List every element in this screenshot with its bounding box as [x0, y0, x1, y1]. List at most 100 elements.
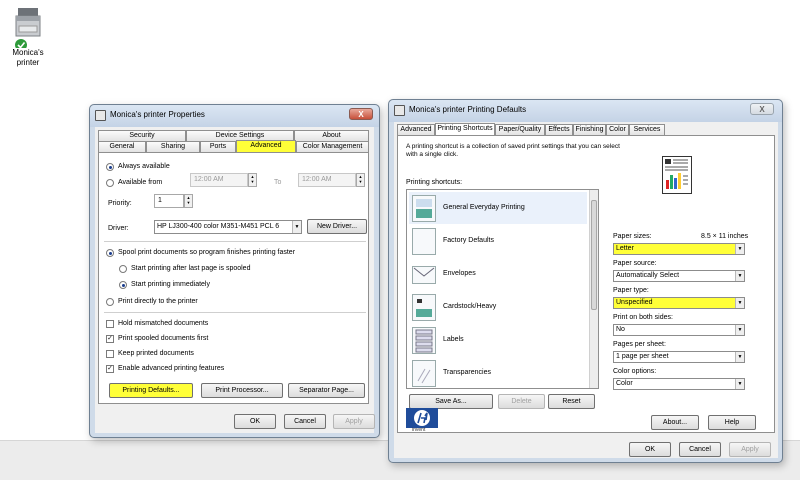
printer-icon: [15, 8, 41, 48]
chevron-down-icon: ▼: [735, 325, 744, 335]
both-sides-value: No: [616, 326, 625, 333]
list-item[interactable]: General Everyday Printing: [409, 192, 587, 224]
enable-advanced-label: Enable advanced printing features: [118, 365, 225, 372]
tab-advanced[interactable]: Advanced: [397, 124, 435, 135]
print-directly-radio[interactable]: [106, 298, 114, 306]
priority-field[interactable]: 1: [154, 194, 184, 208]
ok-button[interactable]: OK: [234, 414, 276, 429]
tab-security[interactable]: Security: [98, 130, 186, 141]
tab-general[interactable]: General: [98, 141, 146, 152]
delete-button[interactable]: Delete: [498, 394, 545, 409]
tab-advanced[interactable]: Advanced: [236, 140, 296, 152]
tab-color[interactable]: Color: [606, 124, 629, 135]
cancel-button[interactable]: Cancel: [284, 414, 326, 429]
to-time-spinner[interactable]: ▲ ▼: [356, 173, 365, 187]
shortcuts-scrollbar[interactable]: [589, 190, 598, 388]
new-driver-button[interactable]: New Driver...: [307, 219, 367, 234]
printing-defaults-button[interactable]: Printing Defaults...: [109, 383, 193, 398]
desktop-printer-icon[interactable]: Monica's printer: [2, 4, 54, 68]
transparency-icon: [412, 360, 436, 387]
hold-mismatched-checkbox[interactable]: [106, 320, 114, 328]
list-item[interactable]: Envelopes: [409, 258, 587, 290]
start-immediately-radio[interactable]: [119, 281, 127, 289]
always-available-label: Always available: [118, 163, 170, 170]
apply-button[interactable]: Apply: [333, 414, 375, 429]
apply-button[interactable]: Apply: [729, 442, 771, 457]
from-time-field[interactable]: 12:00 AM: [190, 173, 248, 187]
shortcut-label: Cardstock/Heavy: [443, 303, 497, 310]
ok-button[interactable]: OK: [629, 442, 671, 457]
paper-source-value: Automatically Select: [616, 272, 680, 279]
keep-printed-checkbox[interactable]: [106, 350, 114, 358]
defaults-title: Monica's printer Printing Defaults: [409, 105, 527, 114]
priority-label: Priority:: [108, 200, 132, 207]
color-options-select[interactable]: Color ▼: [613, 378, 745, 390]
driver-select[interactable]: HP LJ300-400 color M351-M451 PCL 6 ▼: [154, 220, 302, 234]
properties-client: Security Device Settings About General S…: [95, 127, 375, 433]
paper-type-select[interactable]: Unspecified ▼: [613, 297, 745, 309]
advanced-panel: Always available Available from 12:00 AM…: [98, 152, 369, 404]
list-item[interactable]: Factory Defaults: [409, 225, 587, 257]
shortcut-label: Factory Defaults: [443, 237, 494, 244]
printer-small-icon: [95, 110, 106, 121]
separator-page-button[interactable]: Separator Page...: [288, 383, 365, 398]
paper-sizes-label: Paper sizes:: [613, 233, 652, 240]
scrollbar-thumb[interactable]: [591, 200, 597, 310]
list-item[interactable]: Cardstock/Heavy: [409, 291, 587, 323]
list-item[interactable]: Transparencies: [409, 357, 587, 388]
separator: [104, 241, 366, 242]
shortcut-label: General Everyday Printing: [443, 204, 525, 211]
paper-sizes-value: Letter: [616, 245, 634, 252]
tab-printing-shortcuts[interactable]: Printing Shortcuts: [435, 123, 495, 135]
from-time-spinner[interactable]: ▲ ▼: [248, 173, 257, 187]
tab-about[interactable]: About: [294, 130, 369, 141]
available-from-label: Available from: [118, 179, 163, 186]
tab-color-management[interactable]: Color Management: [296, 141, 369, 152]
chevron-down-icon: ▼: [735, 271, 744, 281]
print-spooled-first-checkbox[interactable]: ✓: [106, 335, 114, 343]
reset-button[interactable]: Reset: [548, 394, 595, 409]
tab-finishing[interactable]: Finishing: [573, 124, 606, 135]
color-options-value: Color: [616, 380, 633, 387]
tab-advanced-label: Advanced: [250, 142, 282, 149]
cancel-button[interactable]: Cancel: [679, 442, 721, 457]
defaults-titlebar[interactable]: Monica's printer Printing Defaults X: [389, 100, 782, 122]
tab-effects[interactable]: Effects: [545, 124, 573, 135]
defaults-close-button[interactable]: X: [750, 103, 774, 115]
pages-per-sheet-select[interactable]: 1 page per sheet ▼: [613, 351, 745, 363]
print-processor-button[interactable]: Print Processor...: [201, 383, 283, 398]
tab-services[interactable]: Services: [629, 124, 665, 135]
about-button[interactable]: About...: [651, 415, 699, 430]
shortcuts-list[interactable]: General Everyday Printing Factory Defaul…: [406, 189, 599, 389]
both-sides-select[interactable]: No ▼: [613, 324, 745, 336]
driver-label: Driver:: [108, 225, 129, 232]
paper-source-select[interactable]: Automatically Select ▼: [613, 270, 745, 282]
help-button[interactable]: Help: [708, 415, 756, 430]
tab-ports[interactable]: Ports: [200, 141, 236, 152]
paper-sizes-select[interactable]: Letter ▼: [613, 243, 745, 255]
priority-spinner[interactable]: ▲ ▼: [184, 194, 193, 208]
chevron-down-icon: ▼: [735, 244, 744, 254]
to-time-field[interactable]: 12:00 AM: [298, 173, 356, 187]
enable-advanced-checkbox[interactable]: ✓: [106, 365, 114, 373]
tab-sharing[interactable]: Sharing: [146, 141, 200, 152]
pages-per-sheet-label: Pages per sheet:: [613, 341, 666, 348]
start-after-last-radio[interactable]: [119, 265, 127, 273]
save-as-button[interactable]: Save As...: [409, 394, 493, 409]
paper-type-label: Paper type:: [613, 287, 649, 294]
cardstock-icon: [412, 294, 436, 321]
list-item[interactable]: Labels: [409, 324, 587, 356]
page-preview-icon: [662, 156, 692, 194]
spool-radio[interactable]: [106, 249, 114, 257]
labels-icon: [412, 327, 436, 354]
properties-close-button[interactable]: X: [349, 108, 373, 120]
chevron-down-icon: ▼: [292, 221, 301, 233]
shortcut-label: Transparencies: [443, 369, 491, 376]
tab-paper-quality[interactable]: Paper/Quality: [495, 124, 545, 135]
start-after-last-label: Start printing after last page is spoole…: [131, 265, 251, 272]
shortcuts-label: Printing shortcuts:: [406, 179, 463, 186]
available-from-radio[interactable]: [106, 179, 114, 187]
properties-titlebar[interactable]: Monica's printer Properties X: [90, 105, 379, 127]
envelope-icon: [412, 266, 436, 284]
always-available-radio[interactable]: [106, 163, 114, 171]
